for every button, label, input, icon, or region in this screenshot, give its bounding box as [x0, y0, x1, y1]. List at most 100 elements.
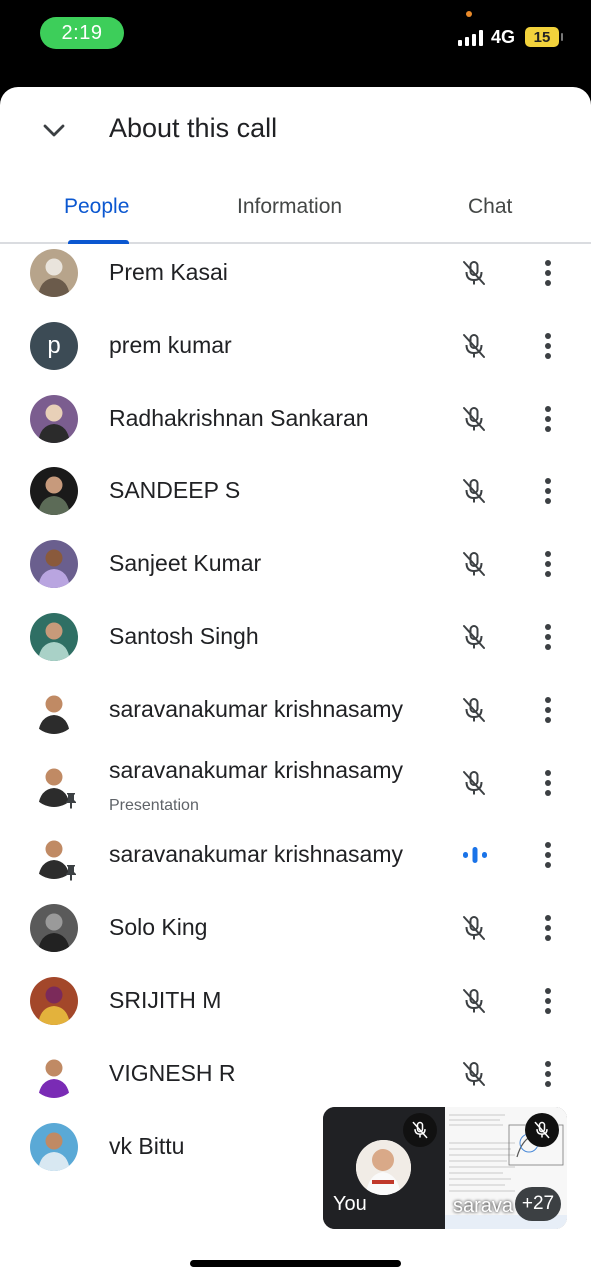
mic-off-icon — [463, 1061, 485, 1086]
participant-name: vk Bittu — [109, 1132, 185, 1159]
participant-name: Solo King — [109, 914, 208, 941]
mic-status — [458, 694, 490, 726]
participant-name: SANDEEP S — [109, 477, 241, 504]
more-options-button[interactable] — [534, 912, 562, 944]
mic-off-icon — [463, 625, 485, 649]
participant-name: prem kumar — [109, 331, 232, 358]
pip-presentation-tile[interactable]: sarava +27 — [445, 1107, 567, 1229]
participant-name: saravanakumar krishnasamy — [109, 695, 404, 722]
more-options-button[interactable] — [534, 694, 562, 726]
participant-row[interactable]: Radhakrishnan Sankaran — [0, 383, 591, 456]
more-options-button[interactable] — [534, 548, 562, 580]
avatar — [30, 1049, 78, 1098]
pin-icon — [66, 865, 76, 882]
participant-name: Santosh Singh — [109, 623, 259, 649]
more-options-button[interactable] — [534, 330, 562, 362]
more-options-button[interactable] — [534, 1058, 562, 1090]
participant-name: Radhakrishnan Sankaran — [109, 404, 369, 431]
mic-status — [458, 330, 490, 362]
avatar — [30, 977, 78, 1025]
avatar — [30, 394, 78, 443]
more-options-button[interactable] — [534, 767, 562, 799]
mic-status — [458, 767, 490, 799]
collapse-button[interactable] — [36, 113, 72, 149]
participant-name: saravanakumar krishnasamy — [109, 756, 404, 783]
picture-in-picture[interactable]: You sarava +27 — [323, 1107, 567, 1229]
more-vert-icon — [545, 842, 551, 869]
camera-in-use-indicator — [466, 11, 472, 17]
mic-status — [458, 1058, 490, 1090]
mic-off-icon — [463, 770, 485, 795]
avatar — [30, 613, 78, 661]
home-indicator[interactable] — [190, 1260, 401, 1267]
page-title: About this call — [109, 113, 278, 143]
more-vert-icon — [545, 478, 551, 505]
tab-people[interactable]: People — [64, 195, 129, 219]
more-options-button[interactable] — [534, 839, 562, 871]
avatar — [30, 1122, 78, 1171]
more-vert-icon — [545, 1060, 551, 1087]
pip-self-tile[interactable]: You — [323, 1107, 445, 1229]
participant-row[interactable]: VIGNESH R — [0, 1038, 591, 1111]
more-vert-icon — [545, 332, 551, 359]
mic-off-icon — [463, 916, 485, 941]
tab-information[interactable]: Information — [237, 195, 342, 219]
more-options-button[interactable] — [534, 475, 562, 507]
participant-row[interactable]: Solo King — [0, 892, 591, 965]
participant-row[interactable]: Santosh Singh — [0, 601, 591, 674]
participant-row[interactable]: saravanakumar krishnasamy — [0, 674, 591, 747]
mic-off-icon — [412, 1121, 428, 1139]
speaking-indicator — [460, 843, 490, 867]
participant-row[interactable]: saravanakumar krishnasamy — [0, 819, 591, 892]
participant-name: Sanjeet Kumar — [109, 550, 262, 577]
self-mic-status — [403, 1113, 437, 1147]
participant-name: saravanakumar krishnasamy — [109, 841, 404, 868]
more-options-button[interactable] — [534, 621, 562, 653]
mic-status — [458, 257, 490, 289]
battery-level: 15 — [533, 28, 551, 46]
avatar — [30, 904, 78, 953]
tab-chat[interactable]: Chat — [468, 195, 512, 219]
cell-signal-icon — [458, 30, 483, 46]
mic-status — [458, 621, 490, 653]
avatar — [30, 540, 78, 589]
more-options-button[interactable] — [534, 403, 562, 435]
mic-off-icon — [463, 479, 485, 504]
mic-off-icon — [534, 1121, 550, 1139]
participant-row[interactable]: SANDEEP S — [0, 455, 591, 528]
participant-row[interactable]: Sanjeet Kumar — [0, 528, 591, 601]
more-options-button[interactable] — [534, 985, 562, 1017]
presenter-label: sarava — [453, 1195, 514, 1217]
self-label: You — [333, 1193, 367, 1215]
participant-name: SRIJITH M — [109, 987, 222, 1013]
participant-row[interactable]: Prem Kasai — [0, 237, 591, 310]
participant-row[interactable]: saravanakumar krishnasamy Presentation — [0, 747, 591, 820]
avatar: p — [30, 321, 78, 370]
participant-name: Prem Kasai — [109, 259, 228, 285]
more-vert-icon — [545, 551, 551, 578]
more-participants-count[interactable]: +27 — [515, 1187, 561, 1221]
mic-off-icon — [463, 333, 485, 358]
mic-status — [458, 403, 490, 435]
participant-row[interactable]: p prem kumar — [0, 310, 591, 383]
participant-subtitle: Presentation — [109, 796, 199, 814]
mic-off-icon — [463, 552, 485, 577]
avatar — [30, 685, 78, 734]
status-time[interactable]: 2:19 — [40, 17, 124, 49]
mic-off-icon — [463, 697, 485, 722]
mic-off-icon — [463, 261, 485, 285]
avatar — [30, 249, 78, 297]
participant-row[interactable]: SRIJITH M — [0, 965, 591, 1038]
more-vert-icon — [545, 915, 551, 942]
sheet-header: About this call — [0, 87, 591, 172]
about-call-sheet: About this call People Information Chat … — [0, 87, 591, 1280]
mic-status — [458, 985, 490, 1017]
participant-name: VIGNESH R — [109, 1059, 236, 1086]
chevron-down-icon — [43, 124, 65, 137]
self-avatar — [356, 1140, 411, 1195]
mic-off-icon — [463, 406, 485, 431]
more-options-button[interactable] — [534, 257, 562, 289]
status-bar: 2:19 4G 15 — [0, 0, 591, 88]
more-vert-icon — [545, 988, 551, 1014]
more-vert-icon — [545, 696, 551, 723]
